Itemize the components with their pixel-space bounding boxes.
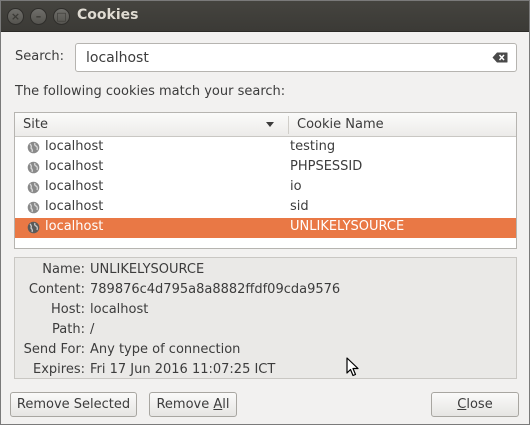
globe-icon — [27, 201, 40, 214]
remove-all-label-prefix: Remove — [156, 397, 214, 412]
sort-descending-icon — [266, 122, 274, 127]
window-title: Cookies — [77, 7, 139, 23]
cookie-site: localhost — [45, 199, 104, 214]
expires-label: Expires: — [33, 362, 85, 377]
title-bar: × – □ Cookies — [1, 1, 529, 32]
cookie-details-panel: Name: UNLIKELYSOURCE Content: 789876c4d7… — [14, 257, 517, 379]
cookie-name: sid — [290, 199, 309, 214]
content-label: Content: — [28, 282, 85, 297]
send-for-label: Send For: — [23, 342, 85, 357]
match-description: The following cookies match your search: — [15, 84, 286, 99]
minimize-window-icon[interactable]: – — [30, 8, 47, 25]
mouse-pointer-icon — [346, 357, 359, 377]
cookie-site: localhost — [45, 219, 104, 234]
cookie-name: testing — [290, 139, 336, 154]
send-for-value: Any type of connection — [90, 342, 241, 357]
globe-icon — [27, 161, 40, 174]
name-value: UNLIKELYSOURCE — [90, 262, 205, 277]
globe-icon — [27, 221, 40, 234]
close-window-icon[interactable]: × — [7, 8, 24, 25]
content-value: 789876c4d795a8a8882ffdf09cda9576 — [90, 282, 341, 297]
path-label: Path: — [52, 322, 85, 337]
close-button[interactable]: Close — [431, 392, 519, 417]
remove-selected-button[interactable]: Remove Selected — [10, 392, 137, 417]
cookie-name: UNLIKELYSOURCE — [290, 219, 405, 234]
cookie-row[interactable]: localhost io — [15, 178, 516, 198]
cookie-name: PHPSESSID — [290, 159, 363, 174]
cookies-window: × – □ Cookies Search: The following cook… — [0, 0, 530, 425]
cookie-row[interactable]: localhost testing — [15, 138, 516, 158]
host-value: localhost — [90, 302, 149, 317]
maximize-window-icon[interactable]: □ — [53, 8, 70, 25]
expires-value: Fri 17 Jun 2016 11:07:25 ICT — [90, 362, 276, 377]
path-value: / — [90, 322, 95, 337]
globe-icon — [27, 181, 40, 194]
cookie-row-selected[interactable]: localhost UNLIKELYSOURCE — [15, 218, 516, 238]
clear-search-icon[interactable] — [492, 52, 508, 63]
column-header-cookie-name[interactable]: Cookie Name — [297, 117, 384, 132]
cookie-list[interactable]: Site Cookie Name localhost testing local… — [14, 112, 517, 249]
column-divider[interactable] — [288, 116, 289, 134]
search-input[interactable] — [86, 48, 486, 68]
search-label: Search: — [15, 49, 65, 64]
remove-all-button[interactable]: Remove All — [149, 392, 237, 417]
cookie-site: localhost — [45, 139, 104, 154]
globe-icon — [27, 141, 40, 154]
search-field[interactable] — [75, 43, 517, 72]
name-label: Name: — [42, 262, 85, 277]
remove-all-mnemonic: A — [213, 397, 223, 412]
cookie-site: localhost — [45, 179, 104, 194]
host-label: Host: — [51, 302, 85, 317]
cookie-name: io — [290, 179, 302, 194]
close-label-suffix: lose — [466, 397, 493, 412]
column-header-site[interactable]: Site — [23, 117, 48, 132]
cookie-row[interactable]: localhost sid — [15, 198, 516, 218]
list-header: Site Cookie Name — [15, 113, 516, 137]
cookie-site: localhost — [45, 159, 104, 174]
remove-all-label-suffix: ll — [222, 397, 230, 412]
cookie-row[interactable]: localhost PHPSESSID — [15, 158, 516, 178]
close-mnemonic: C — [457, 397, 467, 412]
